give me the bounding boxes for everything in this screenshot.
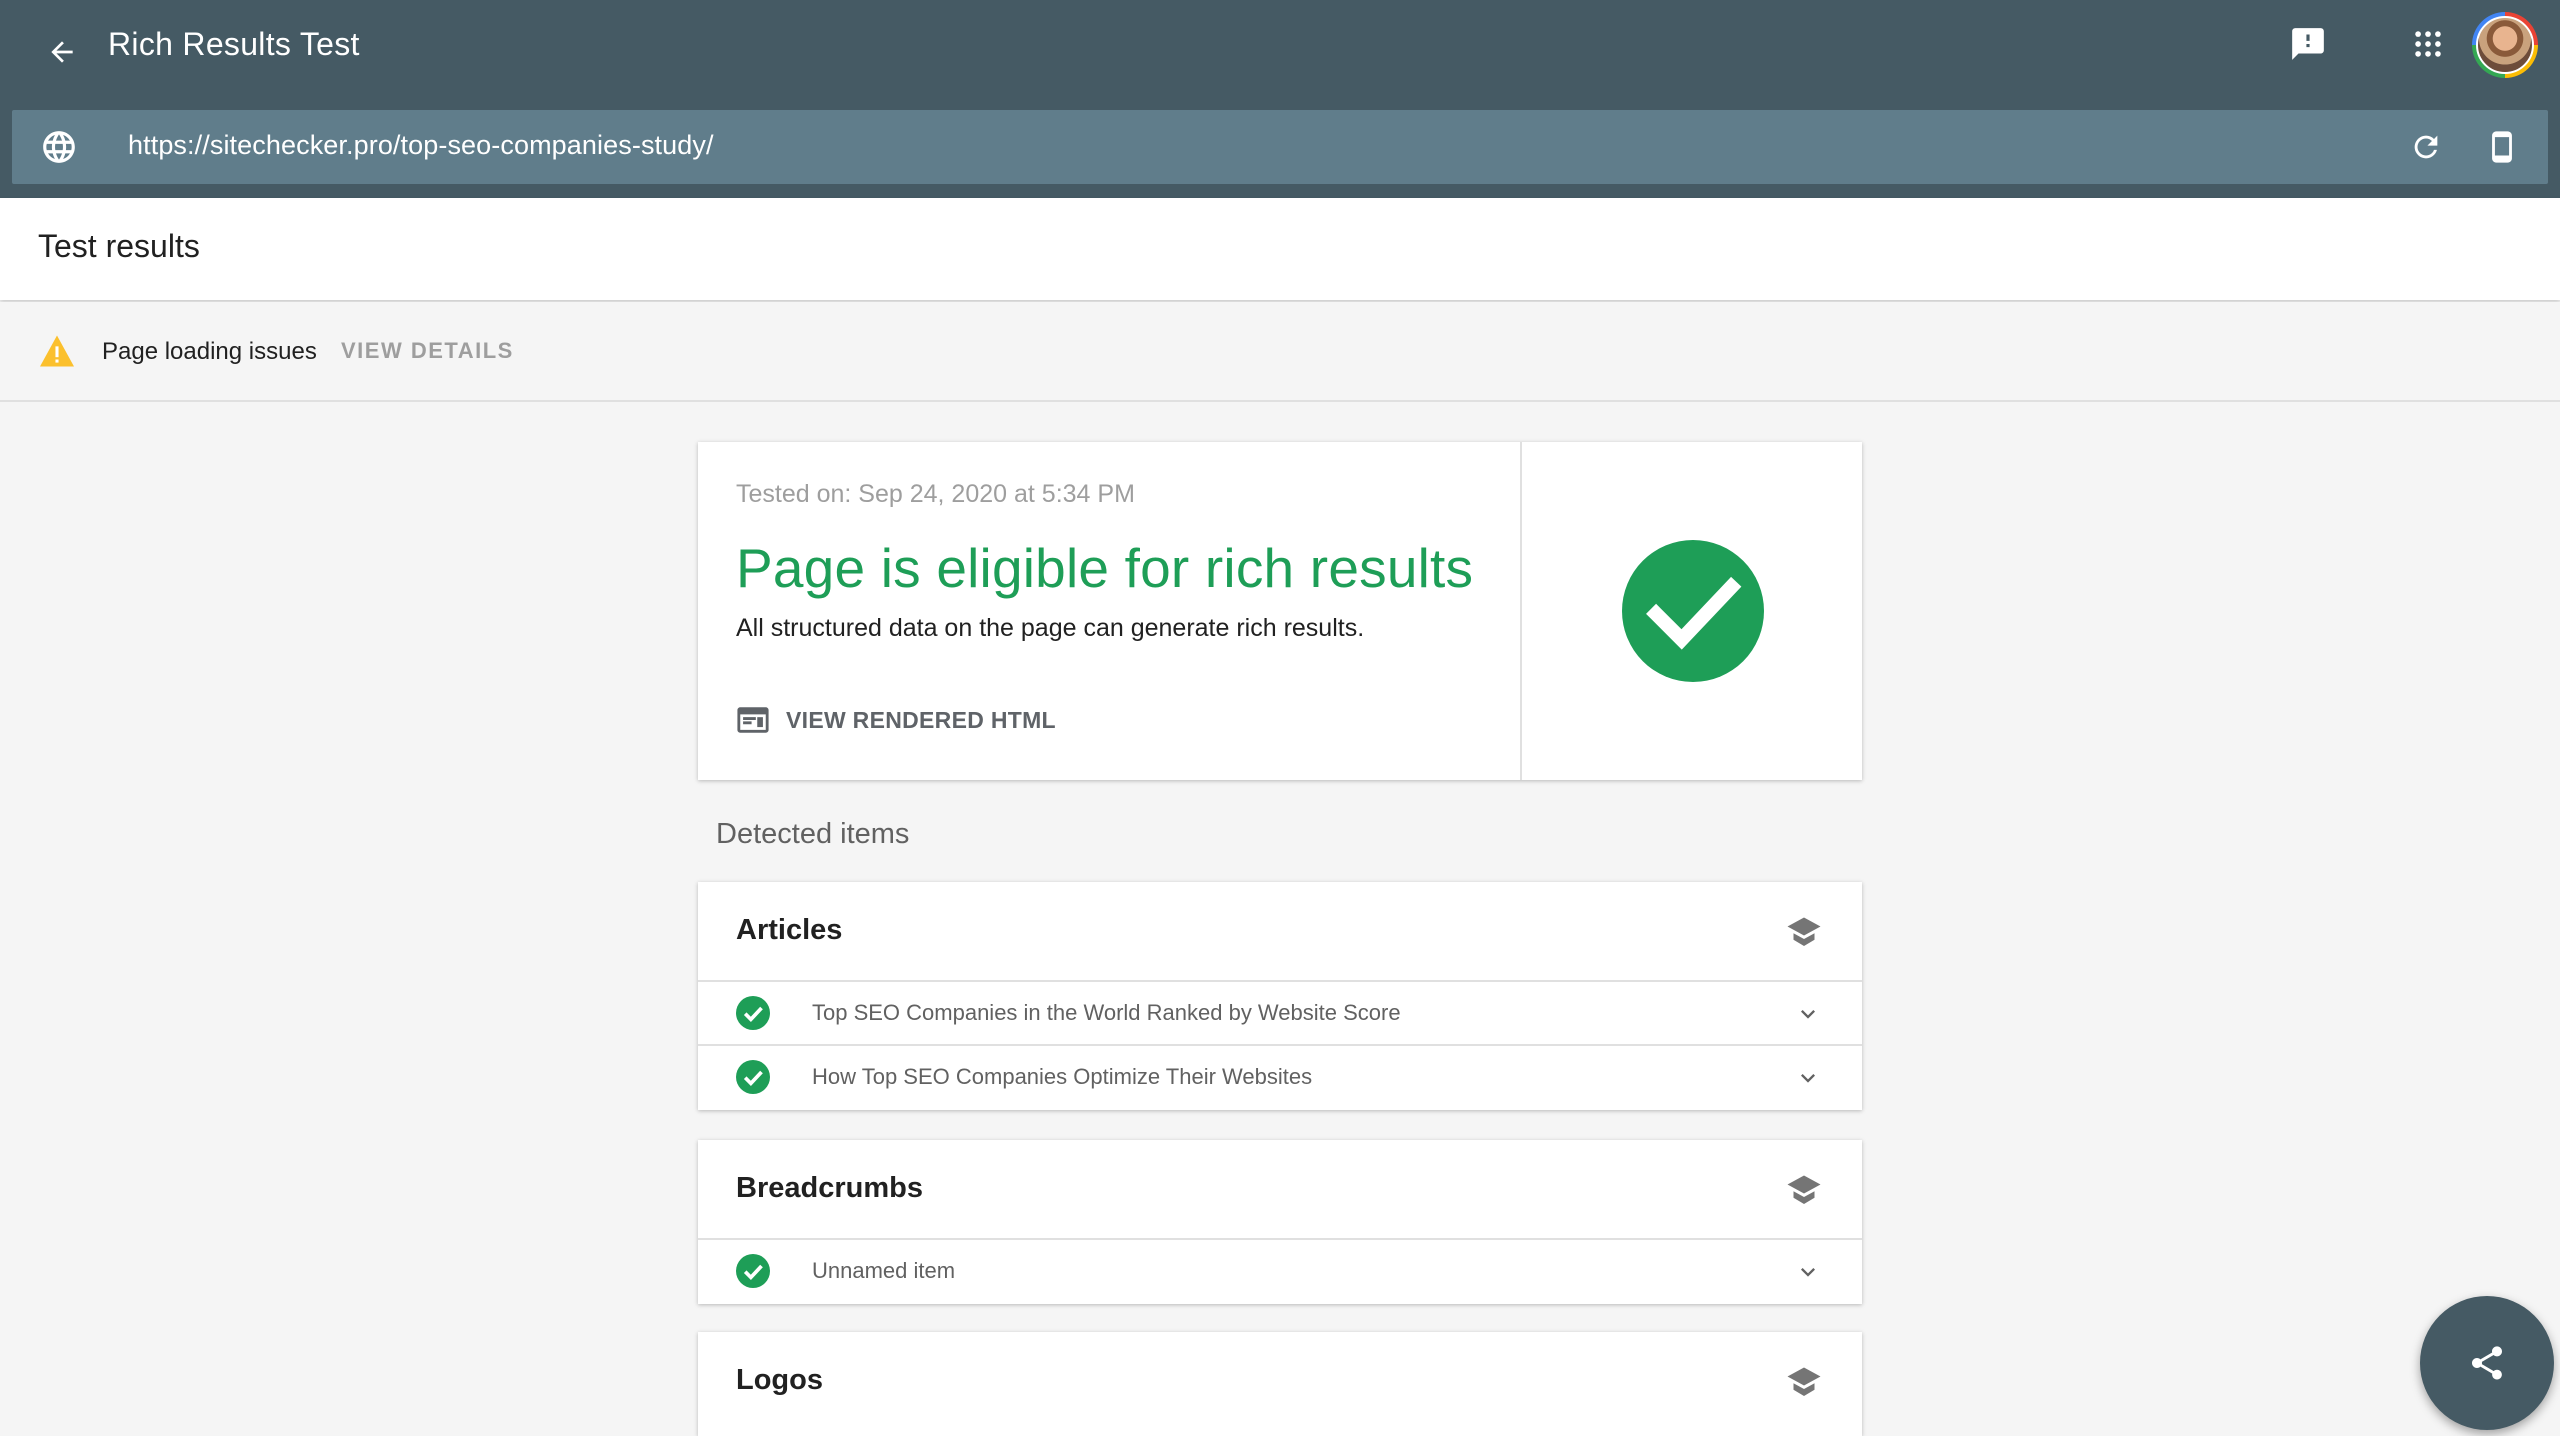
logos-card: Logos [698,1332,1862,1436]
view-rendered-html-label: VIEW RENDERED HTML [786,706,1056,733]
list-item[interactable]: How Top SEO Companies Optimize Their Web… [698,1046,1862,1110]
list-item[interactable]: Top SEO Companies in the World Ranked by… [698,982,1862,1046]
warning-row: Page loading issues VIEW DETAILS [0,302,2560,402]
breadcrumbs-card: Breadcrumbs Unnamed item [698,1140,1862,1304]
apps-grid-icon [2415,31,2441,57]
browser-window-icon [737,707,769,733]
card-header[interactable]: Articles [698,882,1862,982]
avatar-image [2476,16,2534,74]
eligibility-headline: Page is eligible for rich results [736,537,1474,599]
feedback-icon [2292,28,2324,60]
apps-button[interactable] [2396,12,2460,76]
feedback-button[interactable] [2276,12,2340,76]
summary-details: Tested on: Sep 24, 2020 at 5:34 PM Page … [698,442,1522,780]
graduation-cap-icon [1787,1175,1821,1204]
reload-button[interactable] [2394,115,2458,179]
card-title: Logos [736,1364,823,1396]
smartphone-icon [2492,131,2512,163]
back-button[interactable] [30,20,94,84]
articles-card: Articles Top SEO Companies in the World … [698,882,1862,1110]
top-row: Rich Results Test [0,0,2560,108]
card-title: Articles [736,914,843,946]
warning-text: Page loading issues [102,338,317,365]
warning-icon [40,335,74,367]
view-rendered-html-button[interactable]: VIEW RENDERED HTML [736,700,1056,740]
item-title: How Top SEO Companies Optimize Their Web… [812,1064,1313,1089]
tested-on-date: Tested on: Sep 24, 2020 at 5:34 PM [736,480,1135,508]
eligibility-subtext: All structured data on the page can gene… [736,614,1365,642]
check-circle-icon [736,1254,770,1288]
check-circle-icon [736,996,770,1030]
summary-card: Tested on: Sep 24, 2020 at 5:34 PM Page … [698,442,1862,780]
globe-icon [43,131,75,163]
url-text[interactable]: https://sitechecker.pro/top-seo-companie… [128,130,714,161]
app-bar: Rich Results Test https://sitechecker.pr… [0,0,2560,198]
graduation-cap-icon [1787,917,1821,946]
url-bar: https://sitechecker.pro/top-seo-companie… [12,110,2548,184]
card-header[interactable]: Breadcrumbs [698,1140,1862,1240]
chevron-down-icon[interactable] [1794,1258,1822,1286]
item-title: Top SEO Companies in the World Ranked by… [812,1000,1401,1025]
results-title: Test results [38,228,200,264]
share-icon [2472,1346,2502,1380]
success-check-icon [1622,540,1764,682]
share-button[interactable] [2420,1296,2554,1430]
chevron-down-icon[interactable] [1794,1064,1822,1092]
avatar[interactable] [2472,12,2538,78]
view-details-link[interactable]: VIEW DETAILS [341,338,514,364]
results-header: Test results [0,198,2560,300]
graduation-cap-icon [1787,1367,1821,1396]
device-toggle-button[interactable] [2470,115,2534,179]
chevron-down-icon[interactable] [1794,1000,1822,1028]
back-arrow-icon [51,41,73,63]
list-item[interactable]: Unnamed item [698,1240,1862,1304]
card-title: Breadcrumbs [736,1172,923,1204]
reload-icon [2414,135,2438,159]
card-header[interactable]: Logos [698,1332,1862,1432]
detected-items-label: Detected items [716,818,910,850]
check-circle-icon [736,1060,770,1094]
app-title: Rich Results Test [108,26,360,62]
item-title: Unnamed item [812,1258,956,1283]
